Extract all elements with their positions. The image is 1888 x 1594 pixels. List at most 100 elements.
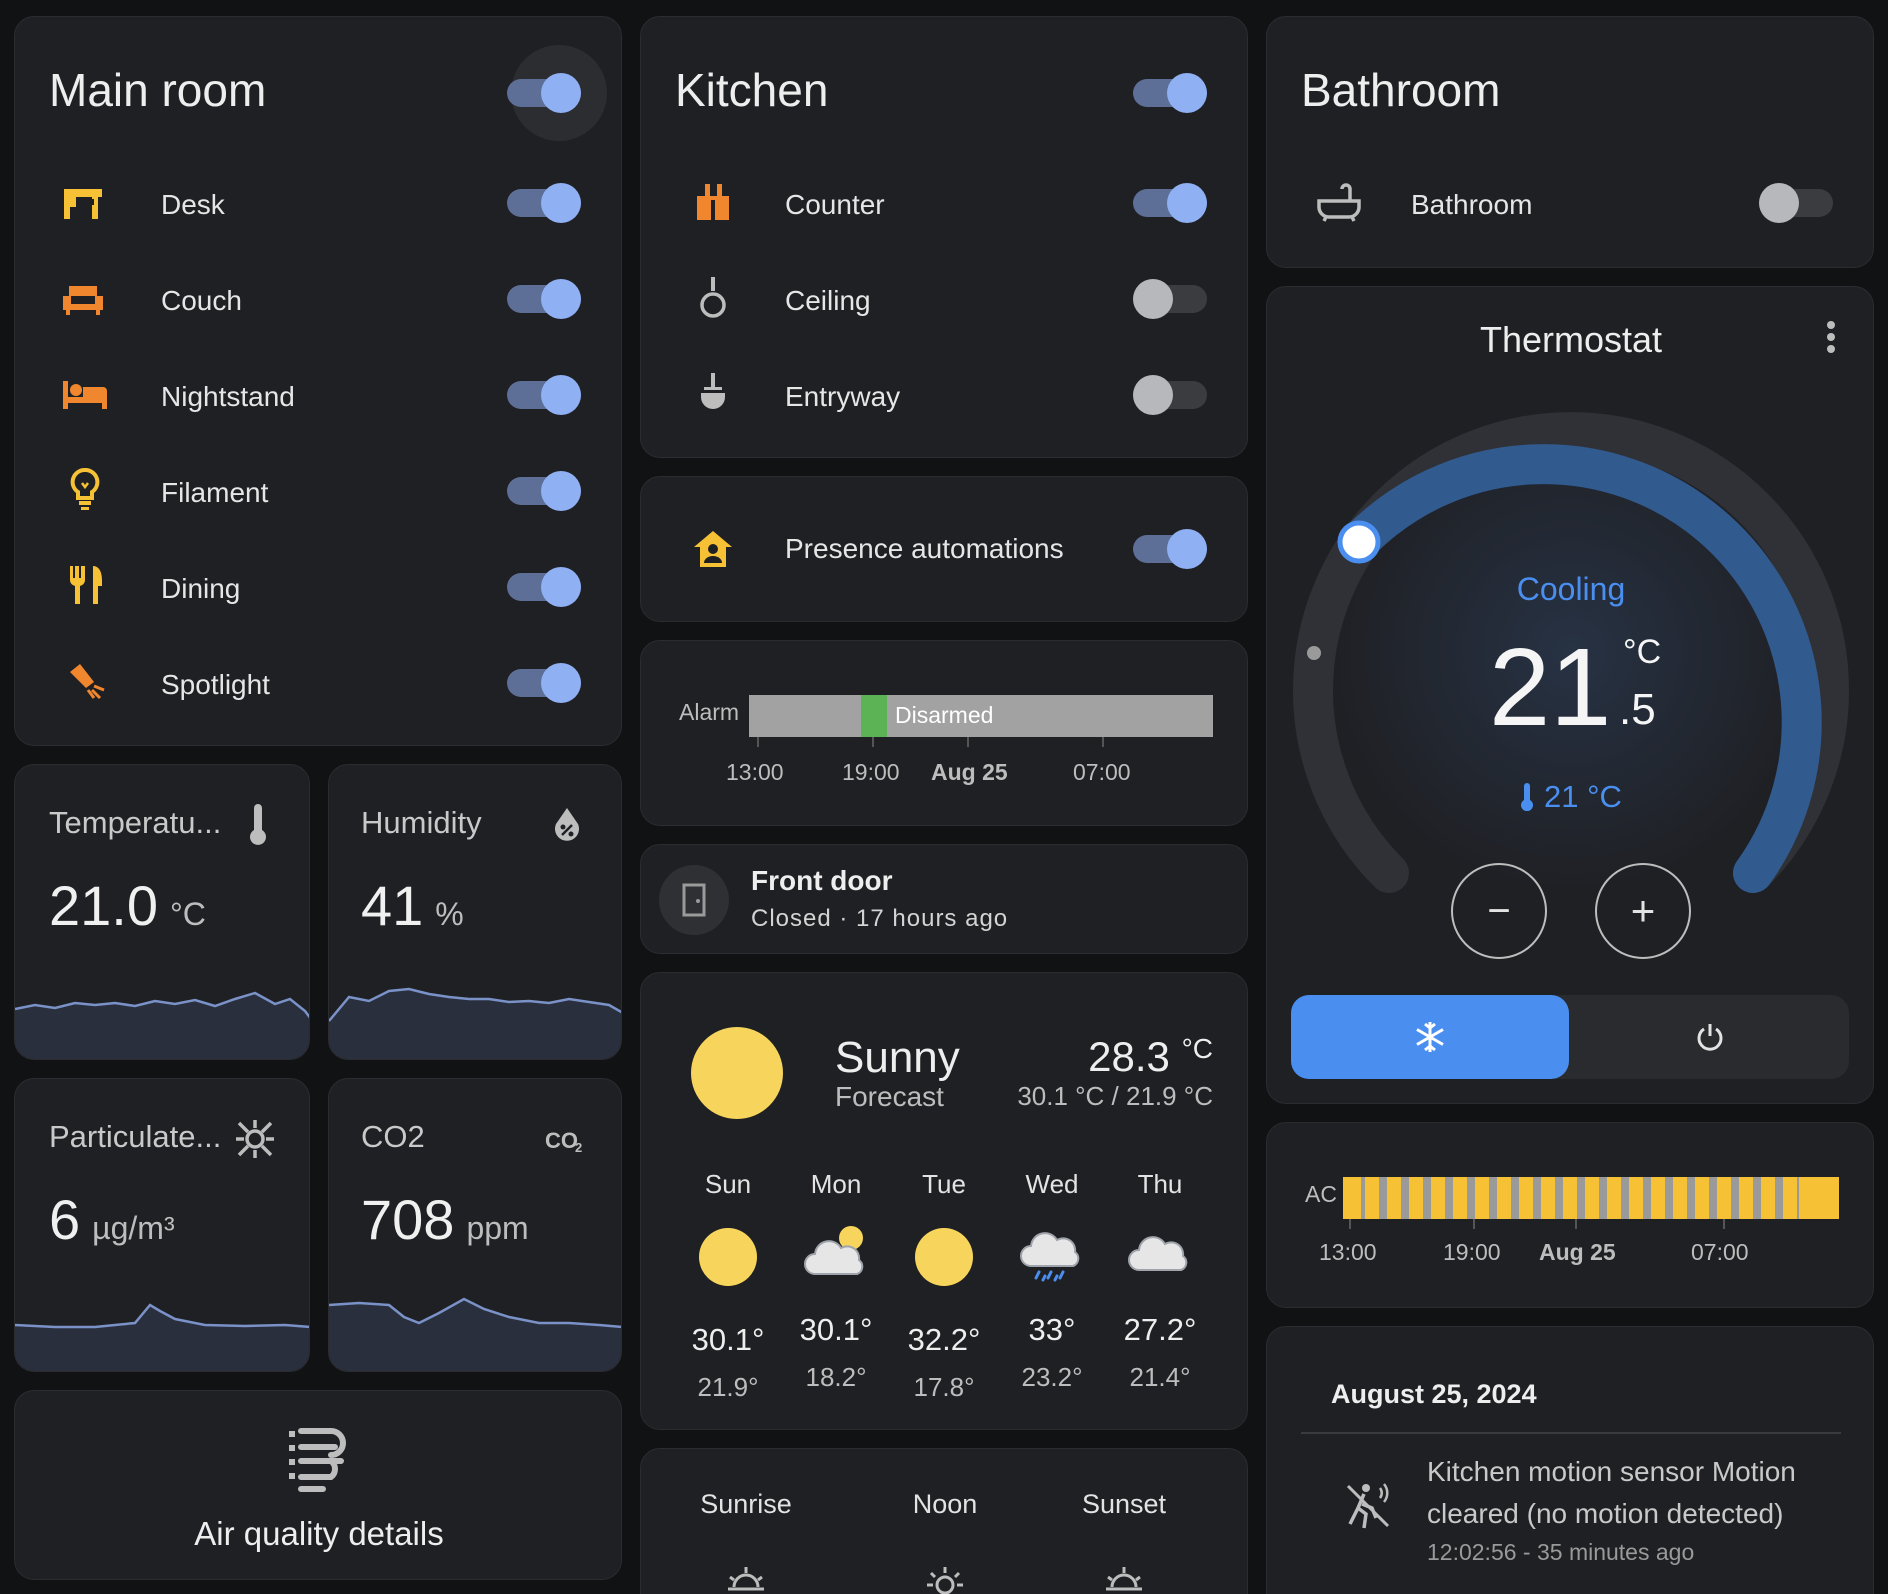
main-room-master-toggle[interactable] <box>507 73 581 113</box>
sensor-value: 708 ppm <box>361 1187 529 1252</box>
kitchen-title: Kitchen <box>675 64 829 116</box>
power-icon <box>1697 1024 1723 1051</box>
ceiling-light-icon <box>691 273 735 323</box>
front-door-status: Closed · 17 hours ago <box>751 905 1009 932</box>
alarm-axis-tick <box>757 737 759 747</box>
desk-toggle[interactable] <box>507 183 581 223</box>
air-quality-details-card[interactable]: Air quality details <box>14 1390 622 1580</box>
thermostat-target: 21 °C .5 <box>1489 633 1709 753</box>
row-label: Bathroom <box>1411 189 1533 220</box>
humidity-sparkline <box>329 987 621 1059</box>
target-unit: °C <box>1623 633 1662 671</box>
weather-temp-value: 28.3 <box>1088 1033 1170 1080</box>
increase-temp-button[interactable]: + <box>1595 863 1691 959</box>
row-label: Dining <box>161 573 241 604</box>
more-options-icon[interactable] <box>1825 319 1837 359</box>
thermostat-title: Thermostat <box>1479 319 1663 360</box>
presence-label: Presence automations <box>785 533 1064 564</box>
hvac-mode-bar <box>1291 995 1849 1079</box>
main-room-row-spotlight[interactable]: Spotlight <box>15 639 623 735</box>
bathroom-row[interactable]: Bathroom <box>1267 159 1875 255</box>
kitchen-row-counter[interactable]: Counter <box>641 159 1249 255</box>
air-filter-icon <box>283 1423 359 1499</box>
bathtub-icon <box>1315 181 1363 225</box>
ac-tick-label: 13:00 <box>1319 1239 1377 1265</box>
current-temperature: 21 °C <box>1267 779 1875 815</box>
cool-mode-button[interactable] <box>1291 995 1569 1079</box>
couch-toggle[interactable] <box>507 279 581 319</box>
forecast-day: Wed 33° 23.2° <box>997 1169 1107 1393</box>
kitchen-master-toggle[interactable] <box>1133 73 1207 113</box>
main-room-row-filament[interactable]: Filament <box>15 447 623 543</box>
presence-automations-card[interactable]: Presence automations <box>640 476 1248 622</box>
snowflake-icon <box>1416 1022 1444 1052</box>
motion-sensor-off-icon <box>1345 1481 1393 1531</box>
water-percent-icon <box>549 805 585 845</box>
ac-timeline-bar[interactable] <box>1343 1177 1839 1219</box>
sun-times-card: Sunrise Noon Sunset <box>640 1448 1248 1594</box>
main-room-row-desk[interactable]: Desk <box>15 159 623 255</box>
power-off-button[interactable] <box>1571 995 1849 1079</box>
front-door-card[interactable]: Front door Closed · 17 hours ago <box>640 844 1248 954</box>
bed-icon <box>61 373 109 417</box>
presence-toggle[interactable] <box>1133 529 1207 569</box>
molecule-co2-icon: CO 2 <box>543 1123 587 1157</box>
sunny-icon <box>699 1228 757 1286</box>
logbook-entry-text[interactable]: Kitchen motion sensor Motion cleared (no… <box>1427 1451 1827 1535</box>
alarm-timeline-bar[interactable]: Disarmed <box>749 695 1213 737</box>
bathroom-toggle[interactable] <box>1759 183 1833 223</box>
desk-icon <box>61 181 105 225</box>
alarm-axis-tick <box>967 737 969 747</box>
main-room-row-dining[interactable]: Dining <box>15 543 623 639</box>
forecast-high: 32.2° <box>907 1322 981 1357</box>
kitchen-row-entryway[interactable]: Entryway <box>641 351 1249 447</box>
ceiling-toggle[interactable] <box>1133 279 1207 319</box>
forecast-high: 27.2° <box>1123 1312 1197 1347</box>
co2-sensor-card[interactable]: CO2 CO 2 708 ppm <box>328 1078 622 1372</box>
value-unit: °C <box>170 896 206 932</box>
ac-tick-label: 19:00 <box>1443 1239 1501 1265</box>
filament-toggle[interactable] <box>507 471 581 511</box>
noon-sun-icon <box>927 1567 963 1594</box>
counter-toggle[interactable] <box>1133 183 1207 223</box>
value-unit: µg/m³ <box>92 1210 175 1246</box>
ac-axis-tick <box>1575 1219 1577 1229</box>
lightbulb-icon <box>65 465 105 513</box>
noon-label: Noon <box>912 1489 978 1519</box>
forecast-high: 33° <box>1028 1312 1076 1347</box>
pendant-light-icon <box>691 369 735 419</box>
decrease-temp-button[interactable]: − <box>1451 863 1547 959</box>
ac-on-segment-start <box>1343 1177 1361 1219</box>
thermometer-icon <box>243 803 273 847</box>
spotlight-icon <box>65 657 109 705</box>
forecast-day-name: Sun <box>704 1169 752 1199</box>
forecast-low: 18.2° <box>805 1362 867 1392</box>
rainy-icon <box>1020 1232 1080 1282</box>
particulate-sparkline <box>15 1303 309 1371</box>
weather-condition: Sunny <box>835 1033 960 1082</box>
weather-temp: 28.3 °C <box>1088 1033 1213 1081</box>
nightstand-toggle[interactable] <box>507 375 581 415</box>
bathroom-card: Bathroom Bathroom <box>1266 16 1874 268</box>
temperature-sparkline <box>15 991 309 1059</box>
particulate-sensor-card[interactable]: Particulate... 6 µg/m³ <box>14 1078 310 1372</box>
humidity-sensor-card[interactable]: Humidity 41% <box>328 764 622 1060</box>
spotlight-toggle[interactable] <box>507 663 581 703</box>
forecast-day-name: Tue <box>922 1169 966 1199</box>
entryway-toggle[interactable] <box>1133 375 1207 415</box>
main-room-row-couch[interactable]: Couch <box>15 255 623 351</box>
svg-text:2: 2 <box>575 1140 582 1154</box>
main-room-row-nightstand[interactable]: Nightstand <box>15 351 623 447</box>
ac-axis-tick <box>1473 1219 1475 1229</box>
forecast-day-name: Wed <box>1025 1169 1079 1199</box>
kitchen-row-ceiling[interactable]: Ceiling <box>641 255 1249 351</box>
sensor-name: CO2 <box>361 1119 425 1154</box>
logbook-card: August 25, 2024 Kitchen motion sensor Mo… <box>1266 1326 1874 1594</box>
partly-cloudy-icon <box>804 1226 864 1275</box>
dining-toggle[interactable] <box>507 567 581 607</box>
weather-card[interactable]: Sunny Forecast 28.3 °C 30.1 °C / 21.9 °C… <box>640 972 1248 1430</box>
temperature-sensor-card[interactable]: Temperatu... 21.0 °C <box>14 764 310 1060</box>
couch-icon <box>61 277 105 321</box>
row-label: Desk <box>161 189 225 220</box>
weather-range: 30.1 °C / 21.9 °C <box>1017 1081 1213 1111</box>
